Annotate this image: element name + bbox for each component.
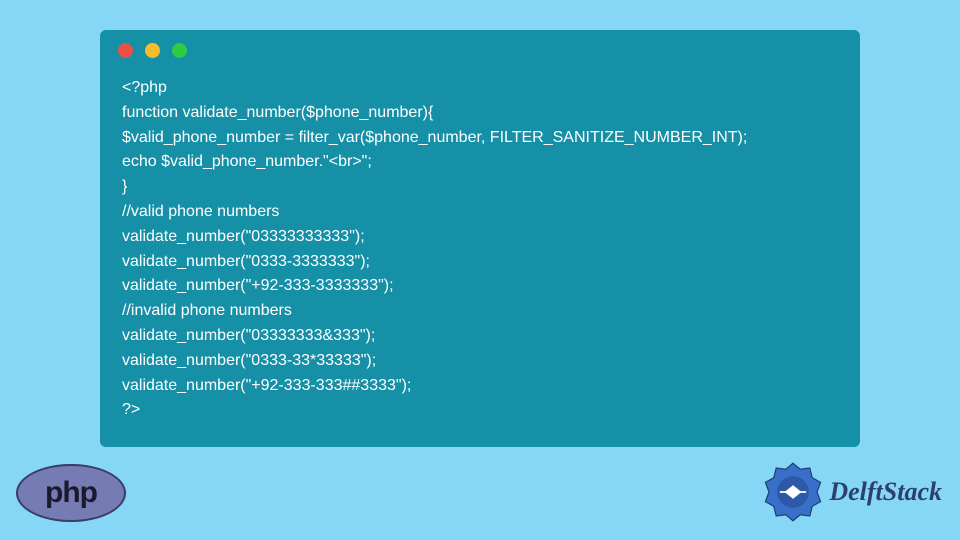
delftstack-text: DelftStack (829, 477, 942, 507)
close-dot-icon (118, 43, 133, 58)
code-block: <?php function validate_number($phone_nu… (100, 70, 860, 433)
php-logo: php (16, 464, 126, 522)
delftstack-logo: DelftStack (763, 462, 942, 522)
php-logo-text: php (45, 476, 97, 510)
minimize-dot-icon (145, 43, 160, 58)
maximize-dot-icon (172, 43, 187, 58)
delftstack-badge-icon (763, 462, 823, 522)
window-titlebar (100, 30, 860, 70)
code-window: <?php function validate_number($phone_nu… (100, 30, 860, 447)
